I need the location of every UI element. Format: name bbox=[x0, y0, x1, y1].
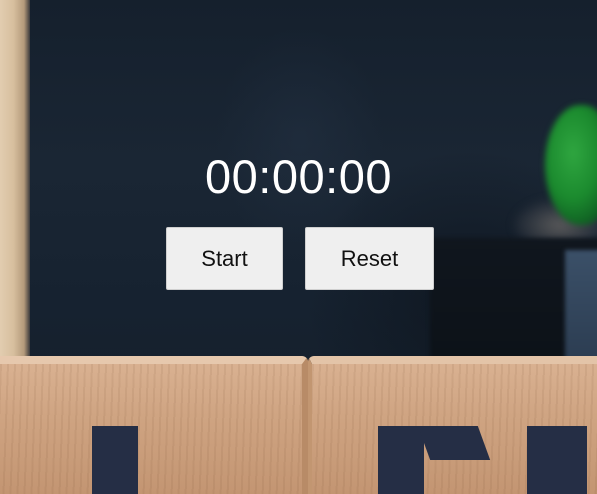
block-letter-stroke bbox=[527, 426, 587, 494]
block-letter-stroke bbox=[92, 426, 138, 494]
wooden-block-right bbox=[308, 356, 597, 494]
timer-display: 00:00:00 bbox=[205, 150, 392, 203]
block-letter-stroke bbox=[378, 426, 424, 494]
reset-button[interactable]: Reset bbox=[305, 227, 434, 290]
start-button[interactable]: Start bbox=[166, 227, 283, 290]
timer-controls: Start Reset bbox=[0, 227, 597, 290]
wooden-block-left bbox=[0, 356, 308, 494]
block-letter-stroke bbox=[417, 426, 491, 460]
